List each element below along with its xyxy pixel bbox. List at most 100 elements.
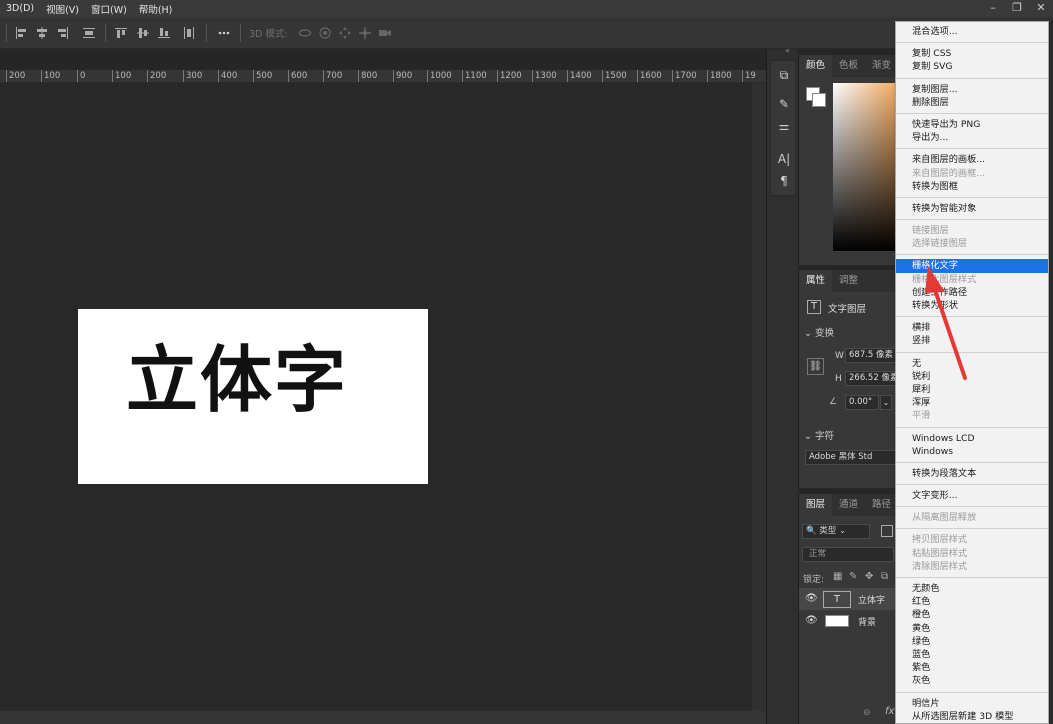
- menu-item[interactable]: 绿色: [896, 635, 1048, 648]
- align-middle-icon[interactable]: [136, 26, 150, 40]
- lock-pixels-icon[interactable]: ▦: [833, 571, 842, 582]
- tab-color[interactable]: 颜色: [799, 55, 833, 77]
- menu-item[interactable]: 文字变形...: [896, 489, 1048, 502]
- character-icon[interactable]: A|: [771, 149, 797, 169]
- menu-item[interactable]: 复制 CSS: [896, 47, 1048, 60]
- document-artboard[interactable]: 立体字: [78, 309, 428, 484]
- tab-swatches[interactable]: 色板: [832, 55, 865, 77]
- menu-help[interactable]: 帮助(H): [133, 2, 179, 16]
- visibility-eye-icon[interactable]: 👁: [805, 593, 818, 604]
- menu-item[interactable]: 来自图层的画板...: [896, 153, 1048, 166]
- lock-move-icon[interactable]: ✥: [865, 571, 873, 582]
- tab-properties[interactable]: 属性: [799, 270, 833, 292]
- paragraph-icon[interactable]: ¶: [771, 171, 797, 191]
- layer-row-text[interactable]: 👁 T 立体字: [799, 588, 896, 610]
- menu-item[interactable]: 浑厚: [896, 396, 1048, 409]
- menu-item[interactable]: 锐利: [896, 370, 1048, 383]
- menu-item[interactable]: 快速导出为 PNG: [896, 118, 1048, 131]
- font-family-select[interactable]: Adobe 黑体 Std: [805, 450, 896, 465]
- menu-item[interactable]: 创建工作路径: [896, 286, 1048, 299]
- align-left-icon[interactable]: [14, 26, 28, 40]
- vertical-scrollbar[interactable]: [752, 83, 766, 711]
- menu-item[interactable]: 删除图层: [896, 96, 1048, 109]
- menu-item[interactable]: 无颜色: [896, 582, 1048, 595]
- 3d-slide-icon[interactable]: [358, 26, 372, 40]
- align-top-icon[interactable]: [114, 26, 128, 40]
- background-swatch[interactable]: [812, 93, 826, 107]
- restore-icon[interactable]: ❐: [1005, 0, 1029, 17]
- angle-input[interactable]: 0.00°: [845, 395, 879, 410]
- 3d-pan-icon[interactable]: [338, 26, 352, 40]
- menu-view[interactable]: 视图(V): [40, 2, 85, 16]
- menu-item[interactable]: 转换为形状: [896, 299, 1048, 312]
- menu-item[interactable]: 犀利: [896, 383, 1048, 396]
- image-filter-icon[interactable]: [881, 525, 893, 537]
- angle-dropdown-icon[interactable]: ⌄: [880, 395, 892, 410]
- character-section[interactable]: ⌄ 字符: [804, 428, 834, 442]
- menu-item[interactable]: 红色: [896, 595, 1048, 608]
- menu-item[interactable]: 竖排: [896, 334, 1048, 347]
- history-icon[interactable]: ⧉: [771, 65, 797, 85]
- layer-name[interactable]: 背景: [858, 615, 876, 628]
- height-input[interactable]: 266.52 像素: [845, 371, 896, 386]
- 3d-roll-icon[interactable]: [318, 26, 332, 40]
- menu-item[interactable]: 从所选图层新建 3D 模型: [896, 710, 1048, 723]
- brush-settings-icon[interactable]: ✎: [771, 94, 797, 114]
- more-options-icon[interactable]: [217, 26, 231, 40]
- tab-layers[interactable]: 图层: [799, 494, 833, 516]
- menu-item[interactable]: 灰色: [896, 674, 1048, 687]
- menu-item[interactable]: 无: [896, 357, 1048, 370]
- lock-paint-icon[interactable]: ✎: [849, 571, 857, 582]
- menu-item[interactable]: Windows LCD: [896, 432, 1048, 445]
- menu-item[interactable]: 复制图层...: [896, 83, 1048, 96]
- 3d-mode-label: 3D 模式:: [249, 29, 288, 40]
- menu-item[interactable]: 导出为...: [896, 131, 1048, 144]
- distribute-icon[interactable]: [82, 26, 96, 40]
- tab-adjustments[interactable]: 调整: [832, 270, 865, 292]
- transform-section[interactable]: ⌄ 变换: [804, 325, 834, 339]
- fx-icon[interactable]: fx: [885, 706, 894, 717]
- menu-item[interactable]: 混合选项...: [896, 25, 1048, 38]
- layer-name[interactable]: 立体字: [858, 593, 885, 606]
- width-input[interactable]: 687.5 像素: [845, 348, 896, 363]
- adjust-icon[interactable]: ⚌: [771, 116, 797, 136]
- document-text-layer[interactable]: 立体字: [126, 335, 348, 425]
- align-right-icon[interactable]: [56, 26, 70, 40]
- tab-paths[interactable]: 路径: [865, 494, 896, 516]
- 3d-camera-icon[interactable]: [378, 26, 392, 40]
- close-icon[interactable]: ✕: [1029, 0, 1053, 17]
- menu-item[interactable]: 复制 SVG: [896, 60, 1048, 73]
- horizontal-scrollbar[interactable]: [0, 711, 766, 724]
- menu-3d[interactable]: 3D(D): [0, 3, 40, 14]
- menu-item[interactable]: 横排: [896, 321, 1048, 334]
- color-picker-field[interactable]: [833, 83, 896, 251]
- menu-item[interactable]: 蓝色: [896, 648, 1048, 661]
- menu-item[interactable]: 明信片: [896, 697, 1048, 710]
- visibility-eye-icon[interactable]: 👁: [805, 615, 818, 626]
- canvas-area[interactable]: 立体字: [0, 83, 752, 711]
- menu-item[interactable]: 黄色: [896, 622, 1048, 635]
- tab-channels[interactable]: 通道: [832, 494, 865, 516]
- link-layers-icon[interactable]: ⊖: [863, 708, 871, 718]
- minimize-icon[interactable]: –: [981, 0, 1005, 17]
- layer-filter-select[interactable]: 🔍 类型 ⌄: [802, 524, 870, 539]
- menu-window[interactable]: 窗口(W): [85, 2, 133, 16]
- menu-item[interactable]: Windows: [896, 445, 1048, 458]
- blend-mode-select[interactable]: 正常: [802, 547, 894, 562]
- align-center-icon[interactable]: [35, 26, 49, 40]
- align-bottom-icon[interactable]: [157, 26, 171, 40]
- menu-item[interactable]: 橙色: [896, 608, 1048, 621]
- menu-item[interactable]: 转换为图框: [896, 180, 1048, 193]
- menu-item[interactable]: 紫色: [896, 661, 1048, 674]
- lock-artboard-icon[interactable]: ⧉: [881, 571, 888, 582]
- 3d-orbit-icon[interactable]: [298, 26, 312, 40]
- ruler-tick: 700: [323, 70, 342, 82]
- menu-item[interactable]: 转换为智能对象: [896, 202, 1048, 215]
- distribute-vertical-icon[interactable]: [182, 26, 196, 40]
- link-icon[interactable]: ⛓: [807, 358, 824, 375]
- menu-item[interactable]: 转换为段落文本: [896, 467, 1048, 480]
- tab-gradient[interactable]: 渐变: [865, 55, 896, 77]
- layer-row-background[interactable]: 👁 背景: [799, 611, 896, 631]
- collapse-icon[interactable]: «: [785, 46, 790, 55]
- menu-item[interactable]: 栅格化文字: [896, 259, 1048, 273]
